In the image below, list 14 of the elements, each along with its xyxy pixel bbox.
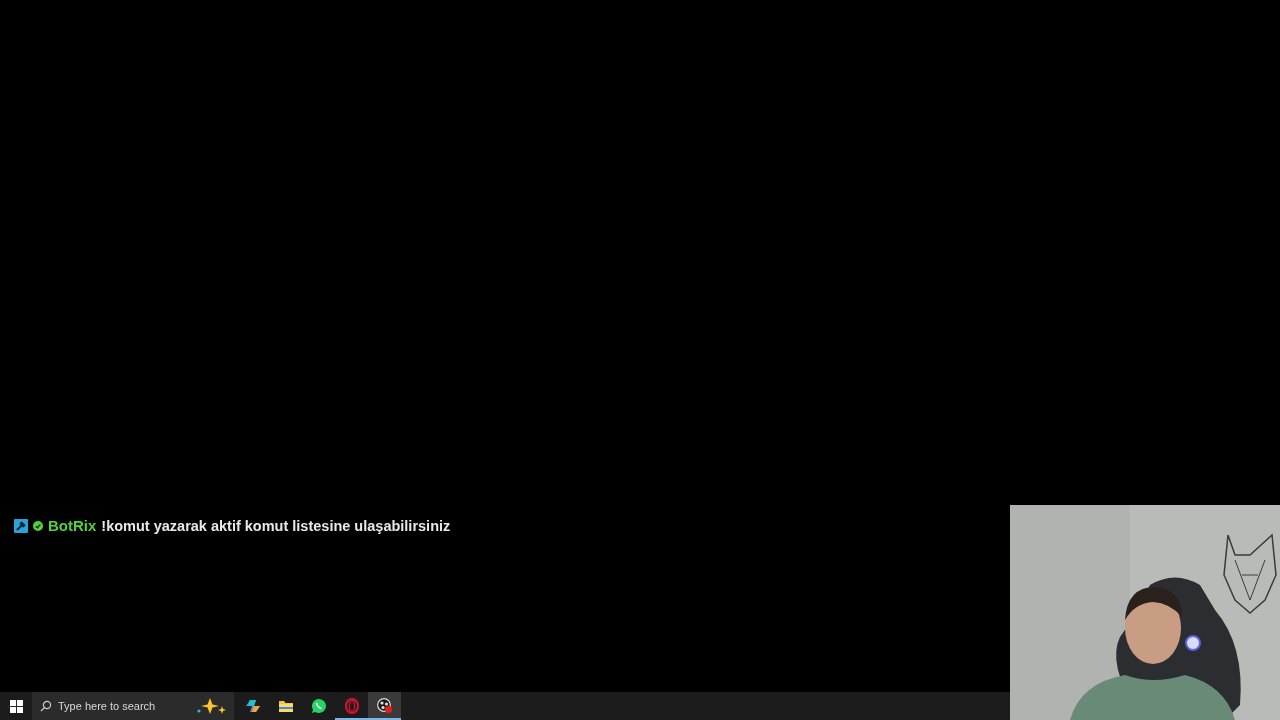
copilot-icon [244, 698, 261, 714]
record-icon [376, 698, 393, 714]
chat-message: !komut yazarak aktif komut listesine ulaşabilirsiniz [101, 517, 451, 534]
windows-logo-icon [9, 699, 23, 713]
taskbar-app-button[interactable] [368, 692, 401, 720]
search-bar[interactable]: Type here to search [32, 692, 234, 720]
search-icon [40, 700, 52, 712]
folder-icon [277, 699, 294, 713]
search-field[interactable]: Type here to search [58, 700, 184, 712]
verified-icon [33, 520, 43, 531]
moderator-icon [14, 518, 28, 533]
chat-username: BotRix [48, 517, 97, 534]
ring-icon [343, 698, 360, 714]
chat-bubble-icon [310, 698, 327, 714]
